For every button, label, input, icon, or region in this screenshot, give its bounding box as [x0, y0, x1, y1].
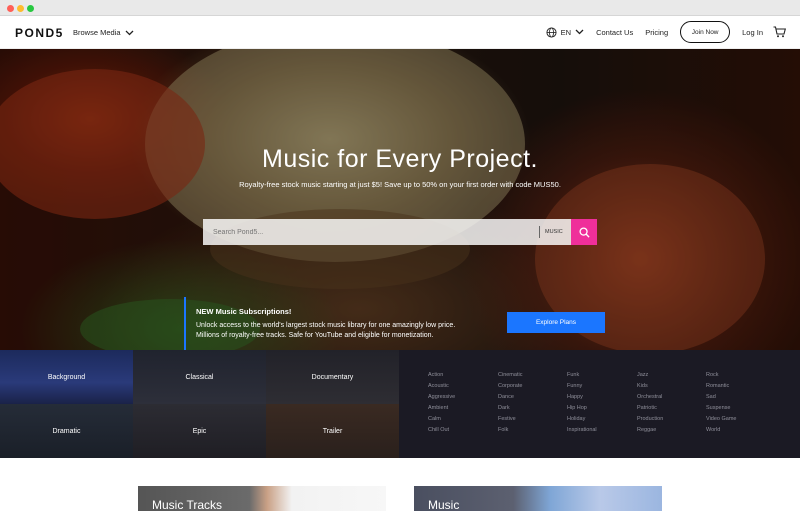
- mood-link[interactable]: Folk: [498, 425, 568, 436]
- genre-section: Background Classical Documentary Dramati…: [0, 350, 800, 458]
- promo-accent-bar: [184, 297, 186, 350]
- cart-icon[interactable]: [773, 26, 786, 38]
- minimize-window-button[interactable]: [17, 5, 24, 12]
- mood-link[interactable]: Orchestral: [637, 392, 707, 403]
- genre-tile-label: Classical: [185, 373, 214, 381]
- genre-tile[interactable]: Dramatic: [0, 404, 133, 458]
- hero-subtitle: Royalty-free stock music starting at jus…: [239, 180, 561, 189]
- mood-link[interactable]: Hip Hop: [567, 403, 637, 414]
- music-tracks-card[interactable]: Music Tracks: [138, 486, 386, 511]
- mood-link[interactable]: Ambient: [428, 403, 498, 414]
- log-in-link[interactable]: Log In: [742, 28, 763, 37]
- join-now-button[interactable]: Join Now: [680, 21, 731, 43]
- genre-tile[interactable]: Epic: [133, 404, 266, 458]
- mood-link[interactable]: Action: [428, 370, 498, 381]
- mood-link[interactable]: Reggae: [637, 425, 707, 436]
- mood-column: Funk Funny Happy Hip Hop Holiday Inspira…: [567, 370, 637, 436]
- hero-banner: Music for Every Project. Royalty-free st…: [0, 49, 800, 350]
- genre-tile-label: Background: [47, 373, 86, 381]
- media-type-selector[interactable]: MUSIC: [539, 219, 571, 245]
- mood-link[interactable]: Dance: [498, 392, 568, 403]
- card-title: Music Tracks: [152, 498, 223, 511]
- mood-link[interactable]: Kids: [637, 381, 707, 392]
- genre-tile-label: Epic: [192, 427, 207, 435]
- mood-link[interactable]: Rock: [706, 370, 776, 381]
- mood-link[interactable]: Funk: [567, 370, 637, 381]
- card-title: Music: [428, 498, 460, 511]
- mood-link[interactable]: Suspense: [706, 403, 776, 414]
- mood-link[interactable]: Production: [637, 414, 707, 425]
- mood-column: Jazz Kids Orchestral Patriotic Productio…: [637, 370, 707, 436]
- browse-media-label: Browse Media: [73, 28, 121, 37]
- window-titlebar: [0, 0, 800, 16]
- genre-tile[interactable]: Trailer: [266, 404, 399, 458]
- promo-title: NEW Music Subscriptions!: [196, 307, 292, 316]
- mood-link[interactable]: Funny: [567, 381, 637, 392]
- genre-tile-label: Documentary: [311, 373, 354, 381]
- mood-link[interactable]: World: [706, 425, 776, 436]
- subscription-promo: NEW Music Subscriptions! Unlock access t…: [184, 297, 614, 350]
- promo-line-1: Unlock access to the world's largest sto…: [196, 322, 456, 329]
- mood-link[interactable]: Aggressive: [428, 392, 498, 403]
- browser-window: POND5 Browse Media EN Contact Us Pricing…: [0, 0, 800, 511]
- genre-tile-label: Dramatic: [52, 427, 81, 435]
- mood-column: Rock Romantic Sad Suspense Video Game Wo…: [706, 370, 776, 436]
- hero-title: Music for Every Project.: [262, 145, 538, 173]
- mood-link[interactable]: Patriotic: [637, 403, 707, 414]
- top-navigation: POND5 Browse Media EN Contact Us Pricing…: [0, 16, 800, 49]
- contact-us-link[interactable]: Contact Us: [596, 28, 633, 37]
- chevron-down-icon: [125, 30, 133, 35]
- mood-link[interactable]: Video Game: [706, 414, 776, 425]
- explore-plans-button[interactable]: Explore Plans: [507, 312, 605, 333]
- browse-media-menu[interactable]: Browse Media: [73, 28, 134, 37]
- mood-link[interactable]: Sad: [706, 392, 776, 403]
- mood-column: Cinematic Corporate Dance Dark Festive F…: [498, 370, 568, 436]
- globe-icon: [546, 26, 557, 38]
- search-button[interactable]: [571, 219, 597, 245]
- nav-right-group: EN Contact Us Pricing Join Now Log In: [546, 21, 786, 43]
- close-window-button[interactable]: [7, 5, 14, 12]
- featured-section: Music Tracks Music: [0, 458, 800, 511]
- mood-link[interactable]: Corporate: [498, 381, 568, 392]
- search-bar: MUSIC: [203, 219, 597, 245]
- pond5-logo[interactable]: POND5: [15, 26, 64, 40]
- mood-link[interactable]: Festive: [498, 414, 568, 425]
- mood-link[interactable]: Jazz: [637, 370, 707, 381]
- media-type-label: MUSIC: [545, 229, 563, 235]
- mood-link[interactable]: Dark: [498, 403, 568, 414]
- music-card[interactable]: Music: [414, 486, 662, 511]
- chevron-down-icon: [575, 29, 584, 35]
- mood-link[interactable]: Calm: [428, 414, 498, 425]
- genre-tile[interactable]: Background: [0, 350, 133, 404]
- mood-link[interactable]: Holiday: [567, 414, 637, 425]
- search-input[interactable]: [203, 219, 539, 245]
- mood-link[interactable]: Cinematic: [498, 370, 568, 381]
- genre-tile[interactable]: Classical: [133, 350, 266, 404]
- promo-body: Unlock access to the world's largest sto…: [196, 321, 496, 341]
- mood-link[interactable]: Romantic: [706, 381, 776, 392]
- language-selector[interactable]: EN: [546, 26, 584, 38]
- genre-tile-label: Trailer: [322, 427, 343, 435]
- pricing-link[interactable]: Pricing: [645, 28, 668, 37]
- genre-tile[interactable]: Documentary: [266, 350, 399, 404]
- search-icon: [578, 226, 590, 238]
- mood-link[interactable]: Inspirational: [567, 425, 637, 436]
- language-label: EN: [560, 27, 572, 37]
- mood-link[interactable]: Happy: [567, 392, 637, 403]
- mood-link[interactable]: Acoustic: [428, 381, 498, 392]
- promo-line-2: Millions of royalty-free tracks. Safe fo…: [196, 332, 434, 339]
- mood-column: Action Acoustic Aggressive Ambient Calm …: [428, 370, 498, 436]
- mood-link[interactable]: Chill Out: [428, 425, 498, 436]
- maximize-window-button[interactable]: [27, 5, 34, 12]
